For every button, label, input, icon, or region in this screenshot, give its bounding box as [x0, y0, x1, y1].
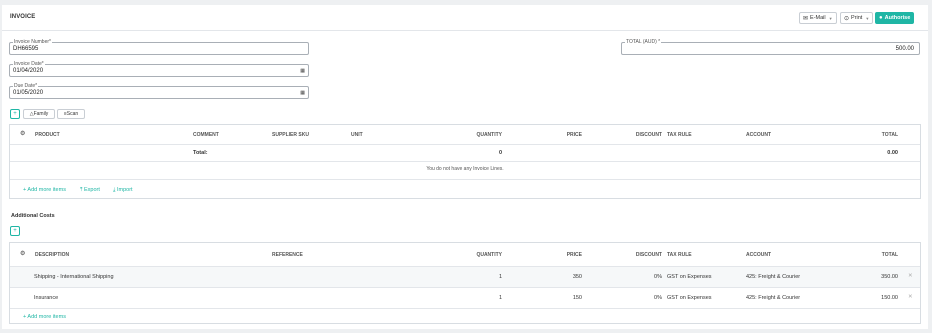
invoice-lines-table: ⚙ PRODUCT COMMENT SUPPLIER SKU UNIT QUAN…: [9, 124, 921, 199]
total-row-total: 0.00: [887, 150, 898, 156]
col-discount: DISCOUNT: [635, 132, 662, 138]
header-divider: [2, 30, 928, 31]
col-comment: COMMENT: [193, 132, 219, 138]
family-button[interactable]: △ Family: [23, 109, 55, 119]
divider: [10, 179, 920, 180]
email-button[interactable]: ✉ E-Mail ▼: [799, 12, 837, 24]
export-link[interactable]: ⤒ Export: [80, 187, 100, 194]
cost-price: 150: [572, 295, 582, 301]
chevron-down-icon: ▼: [828, 15, 833, 21]
print-button[interactable]: ⊙ Print ▼: [840, 12, 874, 24]
add-more-costs-link[interactable]: + Add more items: [23, 314, 66, 320]
close-icon[interactable]: ✕: [908, 273, 913, 279]
export-icon: ⤒: [80, 187, 83, 193]
additional-costs-title: Additional Costs: [11, 213, 55, 219]
col-total: TOTAL: [881, 132, 898, 138]
col-product: PRODUCT: [35, 132, 60, 138]
cost-tax-rule: GST on Expenses: [667, 274, 712, 280]
cost-description: Shipping - International Shipping: [34, 274, 114, 280]
total-label: TOTAL (AUD) *: [625, 39, 662, 45]
gear-icon[interactable]: ⚙: [20, 250, 25, 257]
invoice-date-field[interactable]: Invoice Date* 01/04/2020 ▦: [9, 61, 309, 77]
page-title: INVOICE: [10, 14, 36, 20]
add-more-items-link[interactable]: + Add more items: [23, 187, 66, 193]
gear-icon[interactable]: ⚙: [20, 130, 25, 137]
total-row-quantity: 0: [498, 150, 502, 156]
import-icon: ⤓: [113, 187, 116, 193]
export-label: Export: [83, 187, 100, 193]
scan-label: Scan: [66, 111, 79, 117]
invoice-number-label: Invoice Number*: [13, 39, 52, 45]
col-unit: UNIT: [351, 132, 363, 138]
col-account: ACCOUNT: [746, 252, 771, 258]
total-value: 500.00: [895, 46, 914, 52]
check-circle-icon: ●: [879, 15, 883, 21]
divider: [10, 161, 920, 162]
divider: [10, 308, 920, 309]
col-quantity: QUANTITY: [476, 132, 502, 138]
col-tax-rule: TAX RULE: [667, 132, 692, 138]
cost-account: 425: Freight & Courier: [746, 274, 801, 280]
calendar-icon[interactable]: ▦: [300, 90, 305, 96]
total-row-label: Total:: [193, 150, 208, 156]
col-price: PRICE: [566, 252, 582, 258]
authorise-button[interactable]: ● Authorise: [875, 12, 915, 24]
additional-costs-table: ⚙ DESCRIPTION REFERENCE QUANTITY PRICE D…: [9, 242, 921, 324]
total-field[interactable]: TOTAL (AUD) * 500.00: [621, 39, 920, 55]
add-line-button[interactable]: +: [10, 109, 20, 119]
scan-button[interactable]: ≡ Scan: [57, 109, 85, 119]
col-reference: REFERENCE: [272, 252, 303, 258]
invoice-date-value: 01/04/2020: [13, 68, 44, 74]
cost-account: 425: Freight & Courier: [746, 295, 801, 301]
table-row[interactable]: Insurance 1 150 0% GST on Expenses 425: …: [10, 288, 920, 308]
chevron-down-icon: ▼: [865, 15, 870, 21]
invoice-number-field[interactable]: Invoice Number* DH66595: [9, 39, 309, 55]
col-total: TOTAL: [881, 252, 898, 258]
col-description: DESCRIPTION: [35, 252, 70, 258]
close-icon[interactable]: ✕: [908, 294, 913, 300]
import-link[interactable]: ⤓ Import: [113, 187, 133, 194]
invoice-page: INVOICE ✉ E-Mail ▼ ⊙ Print ▼ ● Authorise…: [2, 5, 928, 329]
empty-lines-message: You do not have any Invoice Lines.: [426, 166, 504, 172]
cost-discount: 0%: [654, 295, 662, 301]
cost-description: Insurance: [34, 295, 59, 301]
import-label: Import: [116, 187, 133, 193]
printer-icon: ⊙: [844, 15, 850, 22]
col-price: PRICE: [566, 132, 582, 138]
invoice-date-label: Invoice Date*: [13, 61, 45, 67]
invoice-number-value: DH66595: [13, 46, 39, 52]
table-row[interactable]: Shipping - International Shipping 1 350 …: [10, 267, 920, 287]
authorise-label: Authorise: [884, 15, 911, 21]
col-supplier-sku: SUPPLIER SKU: [272, 132, 309, 138]
due-date-value: 01/05/2020: [13, 90, 44, 96]
email-label: E-Mail: [810, 15, 826, 21]
cost-discount: 0%: [654, 274, 662, 280]
due-date-label: Due Date*: [13, 83, 39, 89]
print-label: Print: [851, 15, 863, 21]
col-account: ACCOUNT: [746, 132, 771, 138]
cost-quantity: 1: [498, 295, 502, 301]
cost-tax-rule: GST on Expenses: [667, 295, 712, 301]
cost-total: 350.00: [881, 274, 898, 280]
col-tax-rule: TAX RULE: [667, 252, 692, 258]
due-date-field[interactable]: Due Date* 01/05/2020 ▦: [9, 83, 309, 99]
cost-total: 150.00: [881, 295, 898, 301]
cost-quantity: 1: [498, 274, 502, 280]
col-discount: DISCOUNT: [635, 252, 662, 258]
family-label: Family: [33, 111, 49, 117]
mail-icon: ✉: [803, 15, 809, 22]
calendar-icon[interactable]: ▦: [300, 68, 305, 74]
divider: [10, 144, 920, 145]
add-cost-button[interactable]: +: [10, 226, 20, 236]
cost-price: 350: [572, 274, 582, 280]
col-quantity: QUANTITY: [476, 252, 502, 258]
